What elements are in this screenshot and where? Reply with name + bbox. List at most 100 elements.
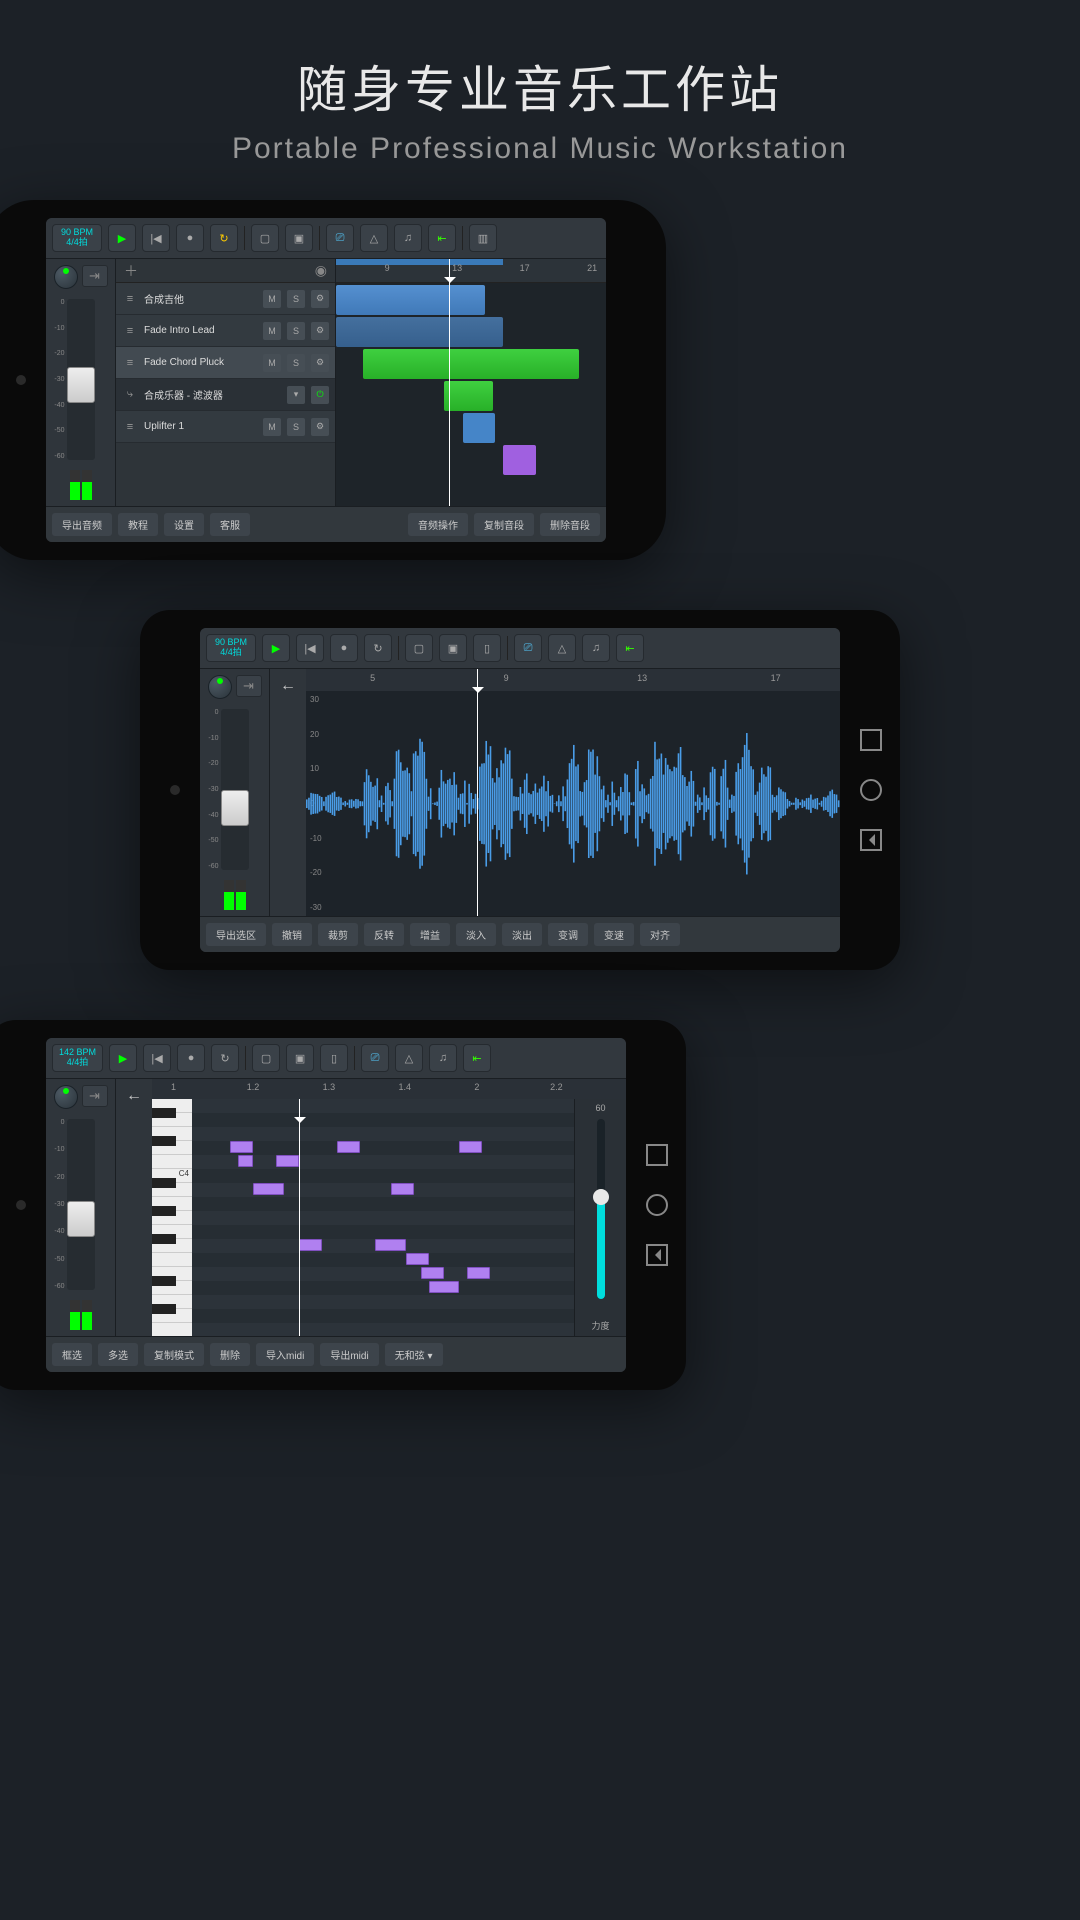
bottom-button[interactable]: 删除音段: [540, 513, 600, 536]
record-button[interactable]: ●: [330, 634, 358, 662]
bpm-button[interactable]: 142 BPM4/4拍: [52, 1044, 103, 1072]
track-chip[interactable]: S: [287, 418, 305, 436]
track-chip[interactable]: M: [263, 418, 281, 436]
loop-button[interactable]: ↻: [364, 634, 392, 662]
bottom-button[interactable]: 变调: [548, 923, 588, 946]
master-fader[interactable]: 0-10-20-30-40-50-60: [67, 299, 95, 460]
notes-button[interactable]: ♫: [394, 224, 422, 252]
bottom-button[interactable]: 导出midi: [320, 1343, 378, 1366]
android-recents[interactable]: [646, 1144, 668, 1166]
master-knob[interactable]: [54, 1085, 78, 1109]
track-chip[interactable]: ⚙: [311, 418, 329, 436]
track-chip[interactable]: S: [287, 354, 305, 372]
play-button[interactable]: ▶: [262, 634, 290, 662]
save-button[interactable]: ▣: [439, 634, 467, 662]
rewind-button[interactable]: |◀: [142, 224, 170, 252]
bottom-button[interactable]: 设置: [164, 513, 204, 536]
rewind-button[interactable]: |◀: [296, 634, 324, 662]
master-knob[interactable]: [54, 265, 78, 289]
bottom-button[interactable]: 反转: [364, 923, 404, 946]
snap-button[interactable]: ⇤: [616, 634, 644, 662]
bottom-button[interactable]: 淡出: [502, 923, 542, 946]
metronome-button[interactable]: △: [395, 1044, 423, 1072]
collapse-icon[interactable]: ◉: [315, 262, 327, 279]
track-row[interactable]: ≡合成吉他MS⚙: [116, 283, 335, 315]
folder-button[interactable]: ▢: [405, 634, 433, 662]
bottom-button[interactable]: 删除: [210, 1343, 250, 1366]
snap-button[interactable]: ⇤: [463, 1044, 491, 1072]
notes-button[interactable]: ♫: [582, 634, 610, 662]
piano-roll[interactable]: C4: [152, 1099, 626, 1336]
back-button[interactable]: ←: [272, 673, 304, 699]
android-home[interactable]: [860, 779, 882, 801]
android-home[interactable]: [646, 1194, 668, 1216]
track-chip[interactable]: ⚙: [311, 354, 329, 372]
bottom-button[interactable]: 裁剪: [318, 923, 358, 946]
notes-button[interactable]: ♫: [429, 1044, 457, 1072]
bottom-button[interactable]: 教程: [118, 513, 158, 536]
bottom-button[interactable]: 对齐: [640, 923, 680, 946]
bpm-button[interactable]: 90 BPM4/4拍: [52, 224, 102, 252]
bottom-button[interactable]: 增益: [410, 923, 450, 946]
enlarge-button[interactable]: ⇥: [82, 265, 108, 287]
chord-select[interactable]: 无和弦 ▾: [385, 1343, 443, 1366]
bottom-button[interactable]: 音频操作: [408, 513, 468, 536]
save-button[interactable]: ▣: [285, 224, 313, 252]
bottom-button[interactable]: 复制模式: [144, 1343, 204, 1366]
android-back[interactable]: [646, 1244, 668, 1266]
bpm-button[interactable]: 90 BPM4/4拍: [206, 634, 256, 662]
bottom-button[interactable]: 淡入: [456, 923, 496, 946]
rewind-button[interactable]: |◀: [143, 1044, 171, 1072]
save-button[interactable]: ▣: [286, 1044, 314, 1072]
track-chip[interactable]: S: [287, 290, 305, 308]
metronome-button[interactable]: △: [360, 224, 388, 252]
mixer-button[interactable]: ⎚: [514, 634, 542, 662]
folder-button[interactable]: ▢: [251, 224, 279, 252]
bottom-button[interactable]: 复制音段: [474, 513, 534, 536]
doc-button[interactable]: ▯: [320, 1044, 348, 1072]
snap-button[interactable]: ⇤: [428, 224, 456, 252]
doc-button[interactable]: ▯: [473, 634, 501, 662]
android-recents[interactable]: [860, 729, 882, 751]
track-chip[interactable]: M: [263, 354, 281, 372]
loop-button[interactable]: ↻: [211, 1044, 239, 1072]
track-fx-row[interactable]: ⤷合成乐器 - 滤波器▾⏻: [116, 379, 335, 411]
back-button[interactable]: ←: [118, 1083, 150, 1109]
enlarge-button[interactable]: ⇥: [236, 675, 262, 697]
bottom-button[interactable]: 变速: [594, 923, 634, 946]
android-back[interactable]: [860, 829, 882, 851]
waveform-area[interactable]: 591317 3020100-10-20-30: [306, 669, 840, 916]
record-button[interactable]: ●: [176, 224, 204, 252]
enlarge-button[interactable]: ⇥: [82, 1085, 108, 1107]
bottom-button[interactable]: 导入midi: [256, 1343, 314, 1366]
track-chip[interactable]: M: [263, 290, 281, 308]
bottom-button[interactable]: 导出音频: [52, 513, 112, 536]
folder-button[interactable]: ▢: [252, 1044, 280, 1072]
metronome-button[interactable]: △: [548, 634, 576, 662]
loop-button[interactable]: ↻: [210, 224, 238, 252]
track-chip[interactable]: S: [287, 322, 305, 340]
track-chip[interactable]: ⚙: [311, 322, 329, 340]
master-knob[interactable]: [208, 675, 232, 699]
master-fader[interactable]: 0-10-20-30-40-50-60: [67, 1119, 95, 1290]
velocity-slider[interactable]: [597, 1119, 605, 1299]
track-row[interactable]: ≡Fade Intro LeadMS⚙: [116, 315, 335, 347]
track-chip[interactable]: M: [263, 322, 281, 340]
piano-button[interactable]: ▥: [469, 224, 497, 252]
play-button[interactable]: ▶: [108, 224, 136, 252]
bottom-button[interactable]: 框选: [52, 1343, 92, 1366]
bottom-button[interactable]: 客服: [210, 513, 250, 536]
bottom-button[interactable]: 撤销: [272, 923, 312, 946]
track-row[interactable]: ≡Fade Chord PluckMS⚙: [116, 347, 335, 379]
track-chip[interactable]: ⚙: [311, 290, 329, 308]
play-button[interactable]: ▶: [109, 1044, 137, 1072]
master-fader[interactable]: 0-10-20-30-40-50-60: [221, 709, 249, 870]
bottom-button[interactable]: 多选: [98, 1343, 138, 1366]
mixer-button[interactable]: ⎚: [361, 1044, 389, 1072]
piano-keys[interactable]: C4: [152, 1099, 192, 1336]
timeline[interactable]: 9131721: [336, 259, 606, 506]
add-track-icon[interactable]: ＋: [124, 261, 138, 281]
track-row[interactable]: ≡Uplifter 1MS⚙: [116, 411, 335, 443]
bottom-button[interactable]: 导出选区: [206, 923, 266, 946]
record-button[interactable]: ●: [177, 1044, 205, 1072]
